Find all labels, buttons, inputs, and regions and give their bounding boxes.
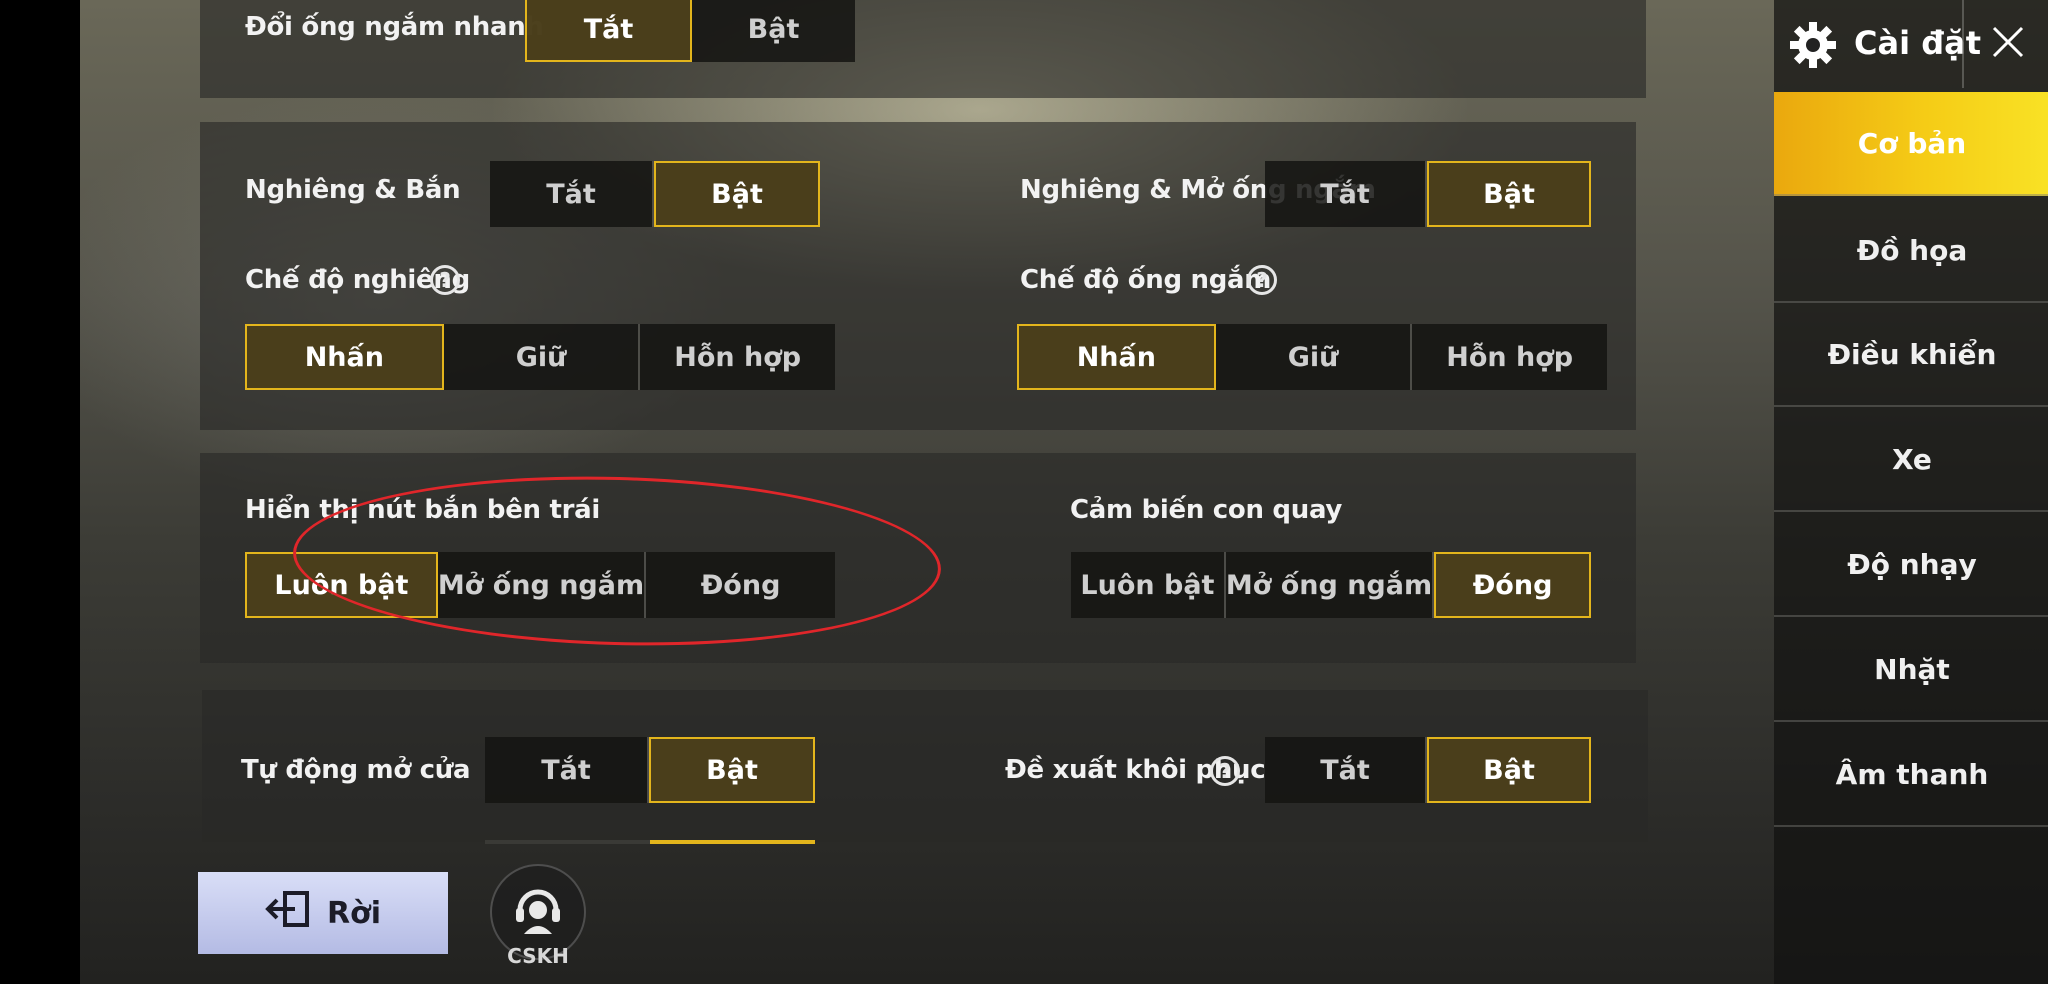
option-off[interactable]: Tắt	[525, 0, 692, 62]
quick-scope-toggle: Tắt Bật	[525, 0, 855, 62]
option-on[interactable]: Bật	[1427, 161, 1591, 227]
sidebar-item-audio[interactable]: Âm thanh	[1774, 723, 2048, 827]
option-on[interactable]: Bật	[654, 161, 820, 227]
option-close[interactable]: Đóng	[1434, 552, 1591, 618]
next-row-toggle	[485, 840, 815, 844]
option-tap[interactable]: Nhấn	[1017, 324, 1216, 390]
option-on[interactable]: Bật	[692, 0, 855, 62]
gyroscope-selector: Luôn bật Mở ống ngắm Đóng	[1071, 552, 1591, 618]
auto-door-toggle: Tắt Bật	[485, 737, 815, 803]
sidebar-item-sensitivity[interactable]: Độ nhạy	[1774, 513, 2048, 617]
settings-sidebar: Cài đặt Cơ bản Đồ họa Điều khiển Xe Độ n…	[1774, 0, 2048, 984]
option-off[interactable]: Tắt	[490, 161, 654, 227]
leave-label: Rời	[327, 895, 381, 931]
recovery-toggle: Tắt Bật	[1265, 737, 1591, 803]
help-icon[interactable]: ?	[1210, 756, 1240, 786]
option-tap[interactable]: Nhấn	[245, 324, 444, 390]
sidebar-item-basic[interactable]: Cơ bản	[1774, 92, 2048, 196]
option-always-on[interactable]: Luôn bật	[1071, 552, 1226, 618]
close-icon	[1988, 22, 2028, 66]
gear-icon	[1788, 20, 1838, 74]
settings-screen: Đổi ống ngắm nhanh Tắt Bật Nghiêng & Bắn…	[80, 0, 2048, 984]
peek-fire-toggle: Tắt Bật	[490, 161, 820, 227]
sidebar-item-controls[interactable]: Điều khiển	[1774, 303, 2048, 407]
sidebar-item-pickup[interactable]: Nhặt	[1774, 618, 2048, 722]
close-button[interactable]	[1962, 0, 2048, 88]
peek-fire-label: Nghiêng & Bắn	[245, 175, 461, 205]
peek-mode-selector: Nhấn Giữ Hỗn hợp	[245, 324, 835, 390]
option-always-on[interactable]: Luôn bật	[245, 552, 438, 618]
option-off[interactable]: Tắt	[1265, 161, 1427, 227]
left-fire-selector: Luôn bật Mở ống ngắm Đóng	[245, 552, 835, 618]
option-close[interactable]: Đóng	[646, 552, 835, 618]
option-hold[interactable]: Giữ	[1216, 324, 1413, 390]
headset-icon	[508, 880, 568, 944]
leave-button[interactable]: Rời	[198, 872, 448, 954]
sidebar-item-vehicle[interactable]: Xe	[1774, 408, 2048, 512]
option-on[interactable]: Bật	[649, 737, 815, 803]
auto-door-label: Tự động mở cửa	[241, 755, 471, 785]
option-hold[interactable]: Giữ	[444, 324, 641, 390]
option-off[interactable]: Tắt	[1265, 737, 1427, 803]
scope-mode-label: Chế độ ống ngắm	[1020, 265, 1272, 295]
sidebar-item-graphics[interactable]: Đồ họa	[1774, 199, 2048, 303]
support-label: CSKH	[507, 944, 569, 968]
quick-scope-label: Đổi ống ngắm nhanh	[245, 12, 544, 42]
gyroscope-label: Cảm biến con quay	[1070, 495, 1343, 525]
help-icon[interactable]: ?	[430, 265, 460, 295]
option-on[interactable]: Bật	[1427, 737, 1591, 803]
option-scope-open[interactable]: Mở ống ngắm	[438, 552, 647, 618]
exit-icon	[265, 889, 317, 937]
option-scope-open[interactable]: Mở ống ngắm	[1226, 552, 1435, 618]
help-icon[interactable]: ?	[1247, 265, 1277, 295]
left-fire-label: Hiển thị nút bắn bên trái	[245, 495, 601, 525]
option-mixed[interactable]: Hỗn hợp	[640, 324, 835, 390]
scope-mode-selector: Nhấn Giữ Hỗn hợp	[1017, 324, 1607, 390]
peek-scope-toggle: Tắt Bật	[1265, 161, 1591, 227]
sidebar-header: Cài đặt	[1774, 0, 2048, 90]
option-off[interactable]: Tắt	[485, 737, 649, 803]
option-mixed[interactable]: Hỗn hợp	[1412, 324, 1607, 390]
